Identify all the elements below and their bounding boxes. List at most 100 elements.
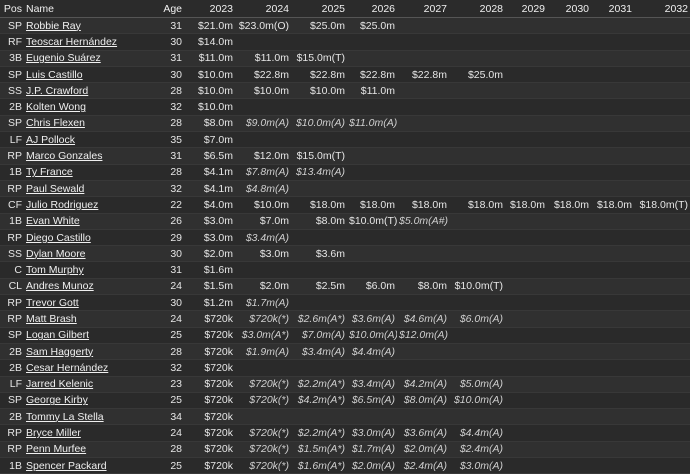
name-cell: J.P. Crawford [24, 82, 150, 100]
table-row: 3B Eugenio Suárez 31 $11.0m $11.0m $15.0m(T) [0, 50, 690, 67]
table-row: RP Matt Brash 24 $720k $720k(*) $2.6m(A*) $3.6… [0, 310, 690, 328]
salary-cell [634, 164, 690, 181]
column-header[interactable]: 2029 [505, 0, 547, 18]
player-link[interactable]: Julio Rodriguez [26, 199, 98, 211]
player-link[interactable]: Teoscar Hernández [26, 36, 117, 48]
salary-cell [634, 17, 690, 35]
salary-cell: $4.1m [184, 164, 235, 181]
column-header[interactable]: 2027 [397, 0, 449, 18]
salary-cell: $13.4m(A) [291, 164, 347, 181]
salary-cell [634, 343, 690, 361]
salary-cell [505, 50, 547, 67]
salary-cell [505, 115, 547, 133]
salary-cell [505, 213, 547, 230]
column-header[interactable]: 2023 [184, 0, 235, 18]
player-link[interactable]: Sam Haggerty [26, 346, 93, 358]
salary-cell [591, 392, 634, 410]
salary-cell [347, 261, 397, 279]
player-link[interactable]: Chris Flexen [26, 117, 85, 129]
player-link[interactable]: Robbie Ray [26, 20, 81, 32]
age-cell: 24 [150, 278, 184, 296]
player-link[interactable]: Diego Castillo [26, 232, 91, 244]
age-cell: 34 [150, 408, 184, 426]
column-header[interactable]: Age [150, 0, 184, 18]
player-link[interactable]: Marco Gonzales [26, 150, 102, 162]
salary-cell [547, 17, 591, 35]
column-header[interactable]: 2025 [291, 0, 347, 18]
player-link[interactable]: Paul Sewald [26, 183, 84, 195]
column-header[interactable]: 2028 [449, 0, 505, 18]
player-link[interactable]: Jarred Kelenic [26, 378, 93, 390]
table-row: 1B Spencer Packard 25 $720k $720k(*) $1.6m(A*… [0, 457, 690, 474]
position-cell: C [0, 261, 24, 279]
age-cell: 26 [150, 213, 184, 230]
name-cell: Teoscar Hernández [24, 33, 150, 51]
salary-cell: $720k [184, 424, 235, 442]
player-link[interactable]: Logan Gilbert [26, 329, 89, 341]
salary-cell: $10.0m [184, 66, 235, 84]
salary-cell [505, 359, 547, 377]
salary-cell: $720k [184, 392, 235, 410]
table-row: 1B Evan White 26 $3.0m $7.0m $8.0m $10.0m(T) $5… [0, 213, 690, 230]
salary-cell: $6.5m [184, 147, 235, 165]
table-row: SP Logan Gilbert 25 $720k $3.0m(A*) $7.0m(A) $… [0, 327, 690, 344]
column-header[interactable]: 2031 [591, 0, 634, 18]
salary-cell [449, 327, 505, 344]
column-header[interactable]: 2024 [235, 0, 291, 18]
salary-cell [397, 359, 449, 377]
player-link[interactable]: Ty France [26, 166, 73, 178]
age-cell: 23 [150, 376, 184, 393]
player-link[interactable]: George Kirby [26, 394, 88, 406]
player-link[interactable]: J.P. Crawford [26, 85, 88, 97]
player-link[interactable]: Kolten Wong [26, 101, 86, 113]
age-cell: 22 [150, 196, 184, 214]
column-header[interactable]: 2030 [547, 0, 591, 18]
salary-cell [291, 408, 347, 426]
salary-cell [449, 33, 505, 51]
age-cell: 28 [150, 164, 184, 181]
player-link[interactable]: Bryce Miller [26, 427, 81, 439]
table-row: LF AJ Pollock 35 $7.0m [0, 131, 690, 149]
name-cell: Ty France [24, 164, 150, 181]
salary-cell: $5.0m(A) [449, 376, 505, 393]
salary-cell [634, 294, 690, 312]
player-link[interactable]: Matt Brash [26, 313, 77, 325]
salary-cell [634, 245, 690, 263]
salary-cell [397, 164, 449, 181]
player-link[interactable]: Tom Murphy [26, 264, 84, 276]
column-header[interactable]: Pos [0, 0, 24, 18]
player-link[interactable]: Andres Munoz [26, 280, 94, 292]
player-link[interactable]: Cesar Hernández [26, 362, 108, 374]
column-header[interactable]: 2032 [634, 0, 690, 18]
player-link[interactable]: Penn Murfee [26, 443, 86, 455]
salary-cell: $8.0m [291, 213, 347, 230]
column-header[interactable]: 2026 [347, 0, 397, 18]
salary-cell [449, 50, 505, 67]
salary-cell: $720k [184, 327, 235, 344]
name-cell: Paul Sewald [24, 180, 150, 198]
salary-cell: $18.0m [505, 196, 547, 214]
salary-cell: $720k [184, 441, 235, 459]
player-link[interactable]: Luis Castillo [26, 69, 83, 81]
player-link[interactable]: Spencer Packard [26, 460, 107, 472]
salary-cell [591, 408, 634, 426]
table-row: 2B Sam Haggerty 28 $720k $1.9m(A) $3.4m(A) $4.… [0, 343, 690, 361]
player-link[interactable]: Eugenio Suárez [26, 52, 101, 64]
salary-cell [505, 147, 547, 165]
salary-cell [591, 213, 634, 230]
player-link[interactable]: Dylan Moore [26, 248, 86, 260]
salary-cell [547, 392, 591, 410]
column-header[interactable]: Name [24, 0, 150, 18]
salary-cell: $10.0m [291, 82, 347, 100]
player-link[interactable]: AJ Pollock [26, 134, 75, 146]
position-cell: CF [0, 196, 24, 214]
salary-cell [347, 180, 397, 198]
table-row: SS Dylan Moore 30 $2.0m $3.0m $3.6m [0, 245, 690, 263]
salary-cell: $10.0m [235, 82, 291, 100]
player-link[interactable]: Trevor Gott [26, 297, 79, 309]
salary-cell: $1.9m(A) [235, 343, 291, 361]
salary-cell: $11.0m(A) [347, 115, 397, 133]
player-link[interactable]: Evan White [26, 215, 80, 227]
player-link[interactable]: Tommy La Stella [26, 411, 104, 423]
salary-cell [634, 115, 690, 133]
